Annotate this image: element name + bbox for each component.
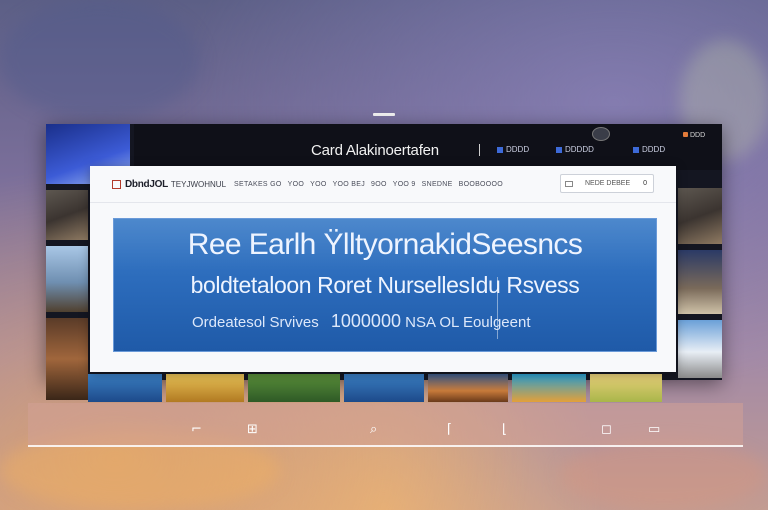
background-blur (560, 440, 768, 510)
window-icon[interactable]: ◻ (601, 423, 612, 436)
thumbnail-image[interactable] (88, 374, 162, 402)
search-input[interactable]: NEDE DEBEE 0 (560, 174, 654, 193)
background-blur (0, 0, 200, 120)
file-icon[interactable]: ⌈ (447, 423, 452, 436)
hero-stats-suffix: NSA OL Eoulgeent (405, 314, 531, 331)
thumbnail-image[interactable] (344, 374, 424, 402)
hero-subtitle: boldtetaloon Roret NursellesIdu Rsvess (190, 272, 580, 298)
thumbnail-image[interactable] (248, 374, 340, 402)
nav-item[interactable]: YOO BEJ (333, 181, 365, 188)
header-link-2[interactable]: DDDDD (556, 145, 594, 154)
pin-icon[interactable]: ⌐ (191, 423, 202, 436)
header-link-1[interactable]: DDDD (497, 145, 529, 154)
nav-item[interactable]: 9OO (371, 181, 387, 188)
hero-banner[interactable]: Ree Earlh ŸlltyornakidSeesncs boldtetalo… (113, 218, 657, 352)
thumbnail-image[interactable] (512, 374, 586, 402)
thumbnail-image[interactable] (46, 190, 88, 240)
link-icon (497, 146, 503, 153)
thumbnail-image[interactable] (678, 188, 722, 244)
hero-stats-label: Ordeatesol Srvives (192, 314, 319, 331)
thumbnail-image[interactable] (678, 320, 722, 378)
main-card: DbndJOL TEYJWOHNUL SETAKES GO YOO YOO YO… (90, 166, 676, 372)
header-menu[interactable]: DDD (683, 132, 705, 139)
edit-icon[interactable]: ⌊ (502, 423, 507, 436)
nav-item[interactable]: SNEDNE (422, 181, 453, 188)
header-divider (479, 144, 480, 156)
thumbnail-image[interactable] (678, 250, 722, 314)
brand-subtitle: TEYJWOHNUL (170, 179, 227, 189)
minus-icon[interactable]: ▭ (648, 423, 660, 436)
thumbnail-image[interactable] (428, 374, 508, 402)
nav-item[interactable]: YOO (288, 181, 304, 188)
taskbar (28, 403, 743, 447)
window-handle[interactable] (373, 113, 395, 116)
hero-title: Ree Earlh ŸlltyornakidSeesncs (187, 228, 583, 261)
link-icon (556, 146, 562, 153)
header-link-3[interactable]: DDDD (633, 145, 665, 154)
logo-icon (112, 179, 121, 189)
nav-item[interactable]: BOOBOOOO (459, 181, 503, 188)
avatar[interactable] (592, 127, 610, 141)
grid-icon[interactable]: ⊞ (247, 423, 258, 436)
search-count: 0 (643, 180, 647, 187)
hero-stats-value: 1000000 (330, 311, 401, 331)
card-toolbar: DbndJOL TEYJWOHNUL SETAKES GO YOO YOO YO… (90, 166, 676, 203)
menu-icon (683, 132, 688, 137)
search-icon[interactable]: ⌕ (370, 423, 377, 436)
window-title: Card Alakinoertafen (311, 142, 439, 159)
thumbnail-image[interactable] (46, 246, 88, 312)
thumbnail-image[interactable] (46, 318, 88, 400)
search-placeholder: NEDE DEBEE (585, 180, 631, 187)
brand-name[interactable]: DbndJOL (125, 179, 168, 190)
nav-item[interactable]: YOO (310, 181, 326, 188)
nav-item[interactable]: SETAKES GO (234, 181, 282, 188)
hero-stats: Ordeatesol Srvives 1000000 NSA OL Eoulge… (192, 311, 531, 332)
search-icon (565, 180, 573, 187)
thumbnail-image[interactable] (166, 374, 244, 402)
nav-item[interactable]: YOO 9 (393, 181, 416, 188)
thumbnail-image[interactable] (590, 374, 662, 402)
link-icon (633, 146, 639, 153)
nav-menu: SETAKES GO YOO YOO YOO BEJ 9OO YOO 9 SNE… (234, 181, 503, 188)
